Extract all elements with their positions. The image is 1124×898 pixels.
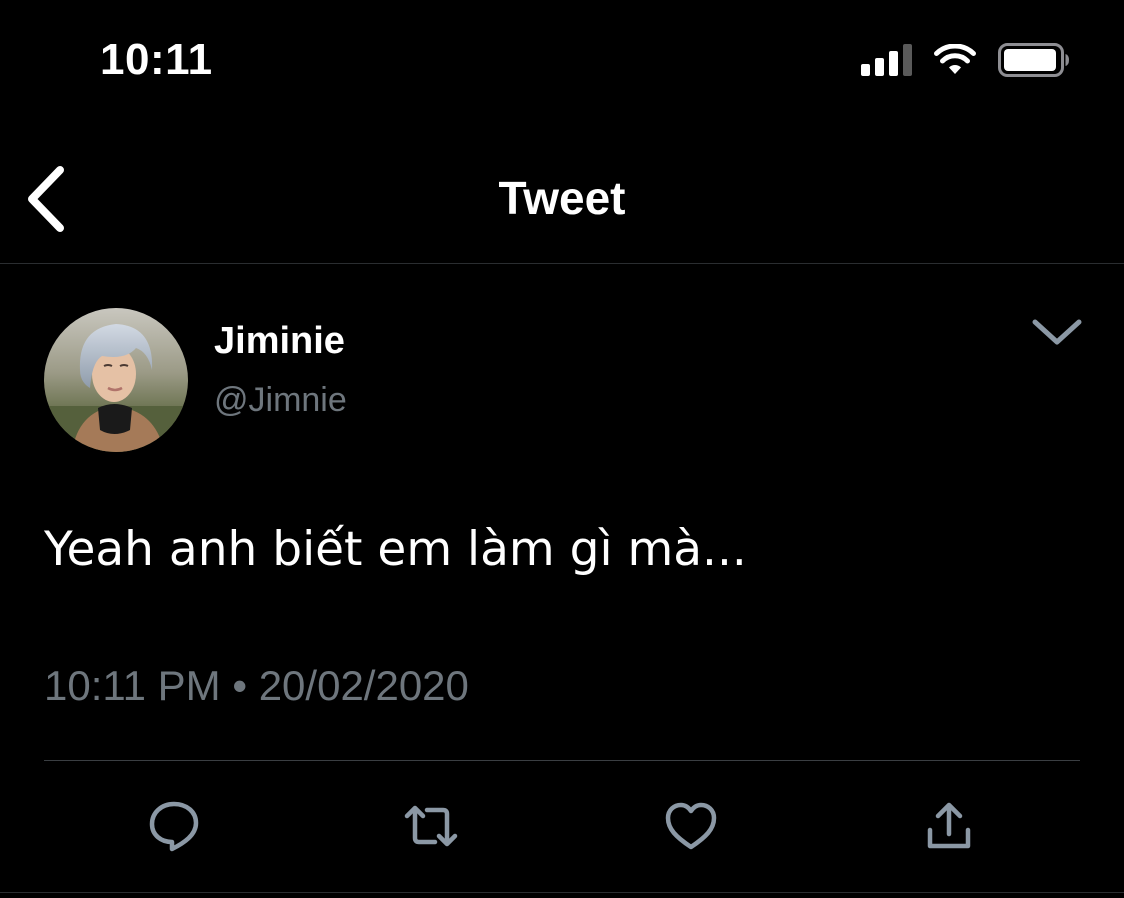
share-icon (927, 802, 971, 849)
cellular-signal-icon (861, 44, 912, 76)
battery-icon (998, 43, 1069, 77)
tweet-menu-button[interactable] (1030, 314, 1084, 350)
heart-icon (665, 802, 717, 850)
wifi-icon (934, 44, 976, 74)
avatar[interactable] (44, 308, 188, 452)
retweet-button[interactable] (403, 798, 459, 854)
tweet-divider (44, 760, 1080, 761)
retweet-icon (404, 805, 458, 847)
share-button[interactable] (921, 798, 977, 854)
chevron-down-icon (1032, 319, 1082, 345)
display-name[interactable]: Jiminie (214, 318, 345, 364)
bottom-divider (0, 892, 1124, 893)
status-bar-time: 10:11 (100, 35, 213, 84)
nav-divider (0, 263, 1124, 264)
user-handle[interactable]: @Jimnie (214, 378, 347, 422)
reply-button[interactable] (146, 798, 202, 854)
page-title: Tweet (498, 172, 626, 224)
avatar-photo (44, 308, 188, 452)
like-button[interactable] (663, 798, 719, 854)
status-bar-icons (861, 40, 1070, 80)
reply-icon (149, 801, 199, 852)
tweet-text: Yeah anh biết em làm gì mà... (44, 522, 747, 577)
tweet-timestamp: 10:11 PM • 20/02/2020 (44, 662, 469, 709)
